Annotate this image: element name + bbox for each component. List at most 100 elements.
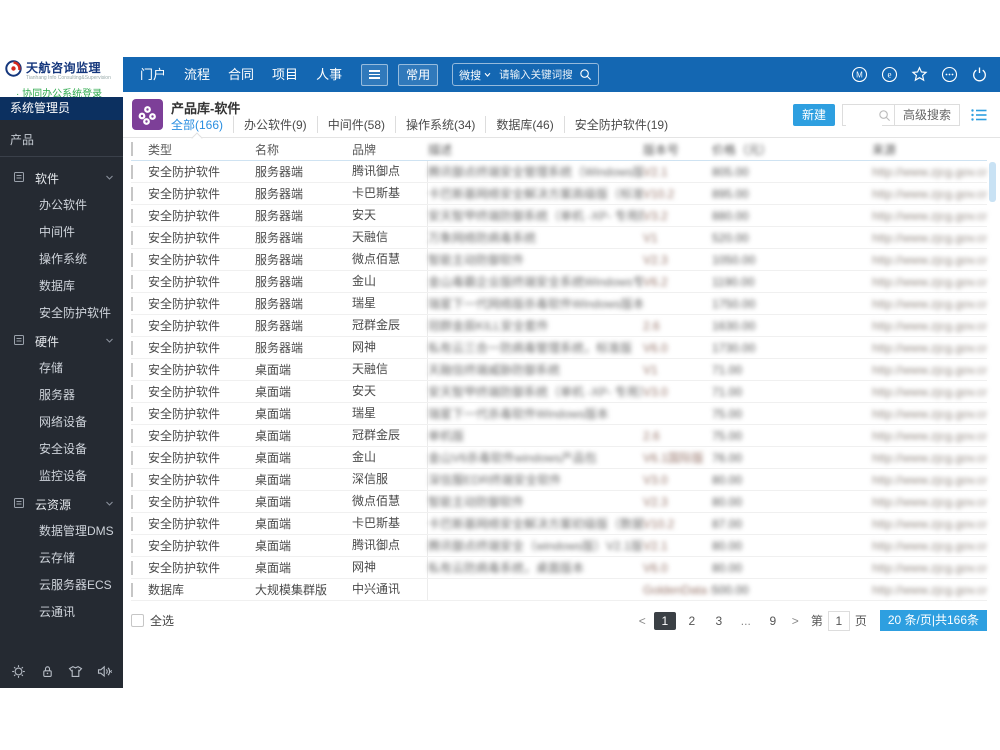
- sidebar-item[interactable]: 安全防护软件: [0, 300, 123, 327]
- page-button[interactable]: 2: [681, 612, 703, 630]
- table-row[interactable]: 安全防护软件 服务器端 卡巴斯基卡巴斯基网络安全解决方案高级版（标准）- KL4..…: [131, 183, 987, 205]
- m-circle-icon[interactable]: M: [851, 66, 868, 83]
- row-checkbox[interactable]: [131, 516, 133, 531]
- gear-icon[interactable]: [10, 664, 26, 680]
- power-icon[interactable]: [971, 66, 988, 83]
- row-checkbox[interactable]: [131, 252, 133, 267]
- tab-4[interactable]: 数据库(46): [485, 115, 563, 133]
- table-row[interactable]: 安全防护软件 桌面端 腾讯御点 腾讯御点终端安全（windows版）V2.1版 V2.1…: [131, 535, 987, 557]
- table-row[interactable]: 安全防护软件 桌面端 卡巴斯基卡巴斯基网络安全解决方案初级版（数据）- KL...V…: [131, 513, 987, 535]
- sidebar-item[interactable]: 云通讯: [0, 599, 123, 626]
- list-view-icon[interactable]: [971, 108, 987, 122]
- topnav-item[interactable]: 项目: [263, 57, 307, 92]
- next-page-button[interactable]: >: [789, 614, 802, 628]
- ellipsis-circle-icon[interactable]: [941, 66, 958, 83]
- row-checkbox[interactable]: [131, 472, 133, 487]
- page-jump-input[interactable]: 1: [827, 610, 850, 631]
- row-checkbox[interactable]: [131, 230, 133, 245]
- tab-2[interactable]: 中间件(58): [316, 115, 395, 133]
- table-row[interactable]: 安全防护软件 桌面端 安天 安天智甲终端防御系统（单机 -XP- 专用） V3.0 71.…: [131, 381, 987, 403]
- row-checkbox[interactable]: [131, 384, 133, 399]
- sidebar-item[interactable]: 操作系统: [0, 246, 123, 273]
- row-checkbox[interactable]: [131, 450, 133, 465]
- search-scope-dropdown[interactable]: 微搜: [459, 67, 492, 83]
- row-checkbox[interactable]: [131, 428, 133, 443]
- table-row[interactable]: 安全防护软件 桌面端 冠群金辰 单机版 2.6 75.00 http://www.zjcg.…: [131, 425, 987, 447]
- search-icon[interactable]: [878, 109, 891, 127]
- sidebar-group[interactable]: 云资源: [0, 490, 123, 518]
- sidebar-item[interactable]: 存储: [0, 355, 123, 382]
- row-checkbox[interactable]: [131, 362, 133, 377]
- sidebar-item[interactable]: 云服务器ECS: [0, 572, 123, 599]
- row-checkbox[interactable]: [131, 274, 133, 289]
- tab-1[interactable]: 办公软件(9): [233, 115, 317, 133]
- sidebar-group[interactable]: 软件: [0, 164, 123, 192]
- global-search-input[interactable]: [497, 67, 580, 82]
- more-menus-button[interactable]: [361, 63, 389, 86]
- scrollbar-thumb[interactable]: [989, 162, 996, 202]
- table-row[interactable]: 安全防护软件 桌面端 微点佰慧 智能主动防御软件 V2.3 80.00 http://www…: [131, 491, 987, 513]
- sidebar-item[interactable]: 安全设备: [0, 436, 123, 463]
- row-checkbox[interactable]: [131, 186, 133, 201]
- table-row[interactable]: 安全防护软件 服务器端 网神 私有云三合一防病毒管理系统，标准版 V6.0 1730.00…: [131, 337, 987, 359]
- row-checkbox[interactable]: [131, 318, 133, 333]
- table-row[interactable]: 安全防护软件 桌面端 网神 私有云防病毒系统，桌面版本 V6.0 80.00 http://…: [131, 557, 987, 579]
- topnav-item[interactable]: 合同: [219, 57, 263, 92]
- page-size-badge[interactable]: 20 条/页|共166条: [879, 610, 987, 631]
- row-checkbox[interactable]: [131, 560, 133, 575]
- table-scrollbar[interactable]: [989, 162, 996, 582]
- frequent-button[interactable]: 常用: [398, 63, 439, 86]
- star-icon[interactable]: [911, 66, 928, 83]
- shirt-icon[interactable]: [68, 664, 84, 680]
- row-checkbox[interactable]: [131, 494, 133, 509]
- sidebar-item[interactable]: 服务器: [0, 382, 123, 409]
- tab-5[interactable]: 安全防护软件(19): [563, 115, 678, 133]
- table-row[interactable]: 安全防护软件 桌面端 金山 金山V6杀毒软件windows产品包 V6.1国际版 76.0…: [131, 447, 987, 469]
- sidebar-item[interactable]: 数据管理DMS: [0, 518, 123, 545]
- advanced-search-button[interactable]: 高级搜索: [893, 104, 960, 126]
- table-search-input[interactable]: [845, 106, 882, 126]
- table-row[interactable]: 安全防护软件 桌面端 瑞星 瑞星下一代杀毒软件Windows版本 75.00 http:/…: [131, 403, 987, 425]
- page-button[interactable]: 9: [762, 612, 784, 630]
- table-row[interactable]: 安全防护软件 服务器端 天融信 万象网络防病毒系统 V1 520.00 http://www…: [131, 227, 987, 249]
- row-checkbox[interactable]: [131, 296, 133, 311]
- sidebar-item[interactable]: 云存储: [0, 545, 123, 572]
- topnav-item[interactable]: 门户: [131, 57, 175, 92]
- table-row[interactable]: 安全防护软件 服务器端 瑞星 瑞星下一代网络版杀毒软件Windows版本 1750.00…: [131, 293, 987, 315]
- speaker-icon[interactable]: [97, 664, 113, 680]
- row-checkbox[interactable]: [131, 164, 133, 179]
- sidebar-item[interactable]: 办公软件: [0, 192, 123, 219]
- sidebar-item[interactable]: 中间件: [0, 219, 123, 246]
- topnav-item[interactable]: 流程: [175, 57, 219, 92]
- search-icon[interactable]: [579, 68, 592, 81]
- page-button[interactable]: 3: [708, 612, 730, 630]
- header-checkbox[interactable]: [131, 142, 133, 156]
- page-button[interactable]: 1: [653, 611, 676, 630]
- table-row[interactable]: 安全防护软件 桌面端 天融信 天融信终端威胁防御系统 V1 71.00 http://www…: [131, 359, 987, 381]
- page-buttons: 1 2 3... 9: [653, 611, 784, 630]
- table-row[interactable]: 安全防护软件 桌面端 深信服 深信服EDR终端安全软件 V3.0 80.00 http://…: [131, 469, 987, 491]
- row-checkbox[interactable]: [131, 406, 133, 421]
- table-row[interactable]: 安全防护软件 服务器端 金山金山毒霸企业版终端安全系统Windows专用版V6.2 1…: [131, 271, 987, 293]
- new-button[interactable]: 新建: [792, 104, 835, 126]
- sidebar-item[interactable]: 监控设备: [0, 463, 123, 490]
- table-row[interactable]: 安全防护软件 服务器端 冠群金辰 冠群金辰KILL安全套件 2.6 1630.00 http…: [131, 315, 987, 337]
- table-row[interactable]: 安全防护软件 服务器端 腾讯御点 腾讯御点终端安全管理系统（Windows版） V2.1…: [131, 161, 987, 183]
- tab-0[interactable]: 全部(166): [161, 116, 233, 133]
- prev-page-button[interactable]: <: [636, 614, 649, 628]
- row-checkbox[interactable]: [131, 208, 133, 223]
- row-checkbox[interactable]: [131, 582, 133, 597]
- table-row[interactable]: 安全防护软件 服务器端 微点佰慧 智能主动防御软件 V2.3 1050.00 http://…: [131, 249, 987, 271]
- sidebar-item[interactable]: 数据库: [0, 273, 123, 300]
- topnav-item[interactable]: 人事: [307, 57, 351, 92]
- row-checkbox[interactable]: [131, 340, 133, 355]
- sidebar-item[interactable]: 网络设备: [0, 409, 123, 436]
- table-row[interactable]: 数据库 大规模集群版 中兴通讯 GoldenData s...500.00 http:/…: [131, 579, 987, 601]
- e-circle-icon[interactable]: e: [881, 66, 898, 83]
- select-all-checkbox[interactable]: [131, 614, 144, 627]
- table-row[interactable]: 安全防护软件 服务器端 安天 安天智甲终端防御系统（单机 -XP- 专用版） V3.2 8…: [131, 205, 987, 227]
- lock-icon[interactable]: [39, 664, 55, 680]
- tab-3[interactable]: 操作系统(34): [395, 115, 485, 133]
- row-checkbox[interactable]: [131, 538, 133, 553]
- sidebar-group[interactable]: 硬件: [0, 327, 123, 355]
